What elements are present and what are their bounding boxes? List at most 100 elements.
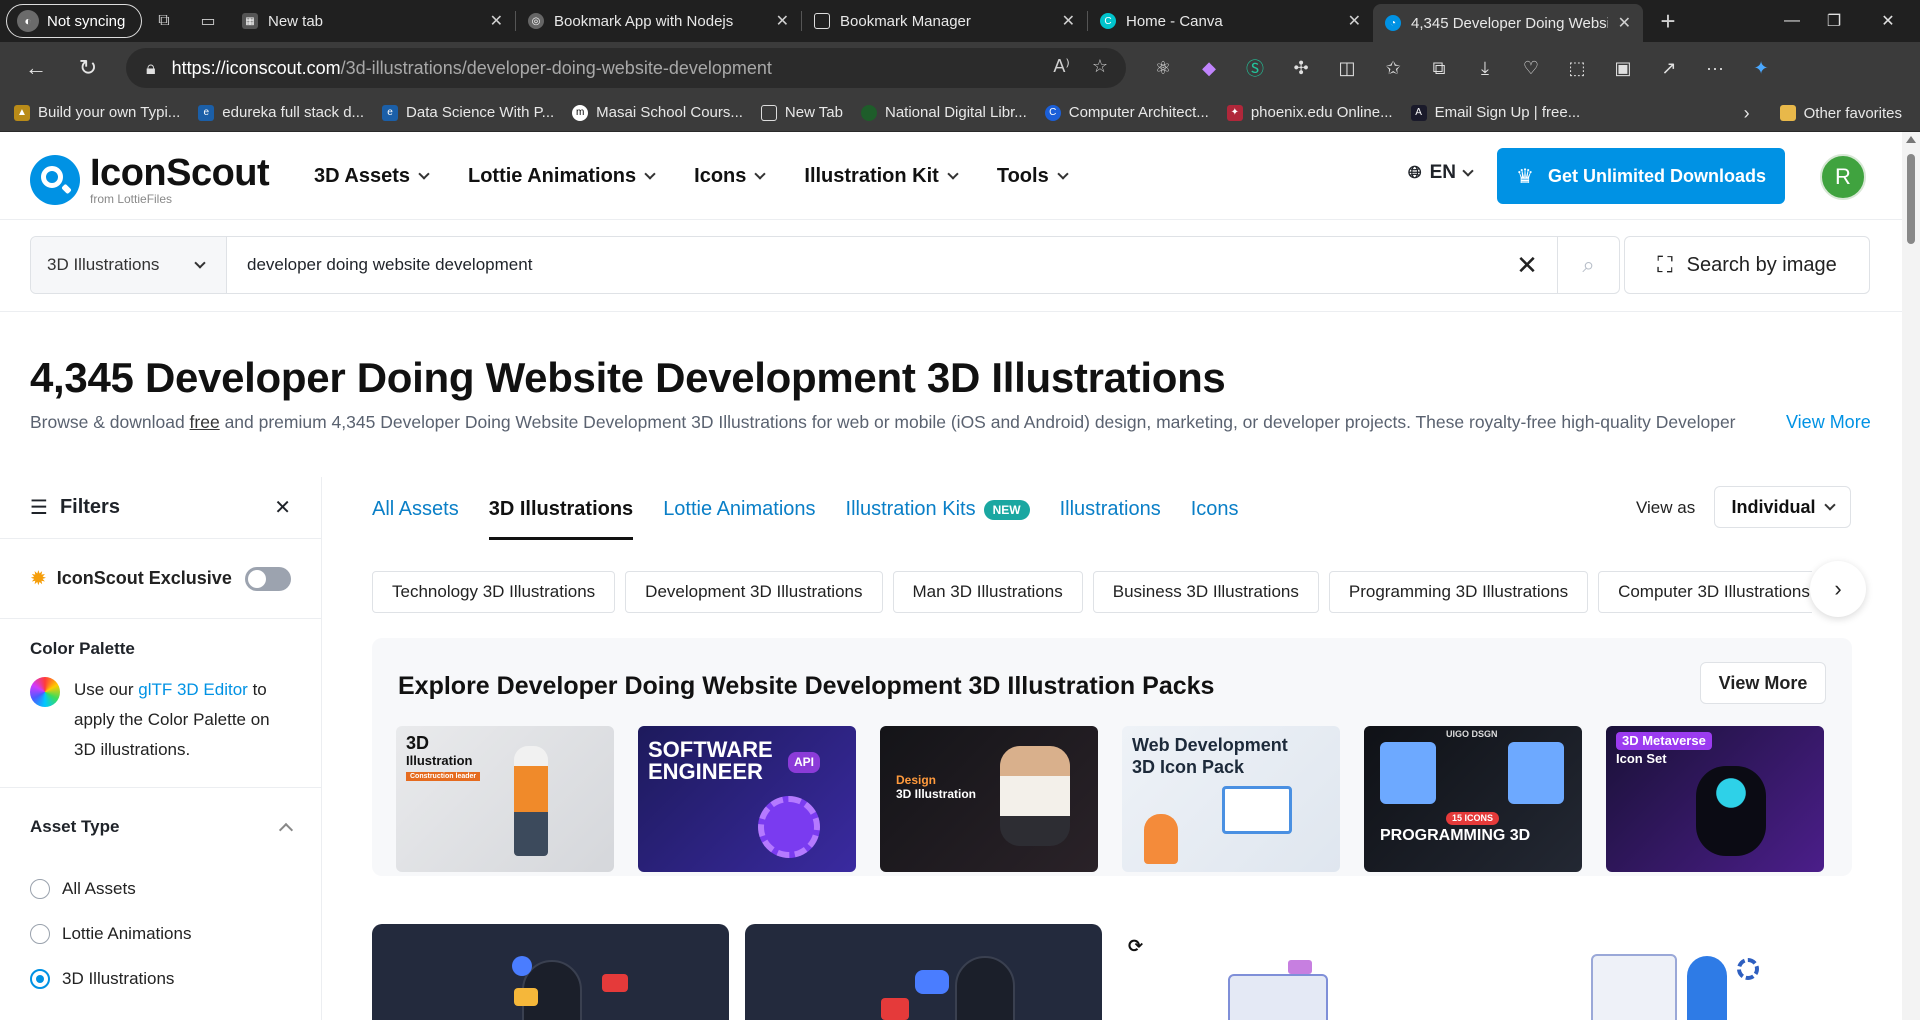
collections-icon[interactable]: ⧉ [1416,48,1462,88]
radio-button-selected[interactable] [30,968,50,989]
tab-icons[interactable]: Icons [1191,488,1239,540]
back-arrow-icon[interactable]: ← [10,48,62,88]
result-card[interactable] [745,924,1102,1020]
search-by-image-button[interactable]: ⛶ Search by image [1624,236,1870,294]
related-tag-chip[interactable]: Technology 3D Illustrations [372,571,616,613]
close-icon[interactable]: ✕ [1618,13,1631,33]
bookmark-item[interactable]: ✦ phoenix.edu Online... [1226,104,1393,121]
copilot-icon[interactable]: ✦ [1738,48,1784,88]
split-screen-icon[interactable]: ◫ [1324,48,1370,88]
bookmarks-overflow-chevron-icon[interactable]: › [1744,103,1750,124]
gltf-editor-link[interactable]: glTF 3D Editor [138,680,248,699]
tab-lottie-animations[interactable]: Lottie Animations [663,488,815,540]
radio-button[interactable] [30,878,50,899]
nav-illustration-kit[interactable]: Illustration Kit [804,165,959,188]
tab-iconscout-active[interactable]: ◔ 4,345 Developer Doing Websit ✕ [1373,4,1643,42]
pack-thumbnail[interactable]: Design 3D Illustration [880,726,1098,872]
bookmark-item[interactable]: e Data Science With P... [382,104,554,121]
bookmark-item[interactable]: National Digital Libr... [861,104,1027,121]
close-icon[interactable]: ✕ [1062,11,1075,31]
bookmark-item[interactable]: ▲ Build your own Typi... [14,104,180,121]
iconscout-logo[interactable]: IconScout from LottieFiles [30,154,270,205]
profile-sync-button[interactable]: ◐ Not syncing [6,4,142,38]
pack-thumbnail[interactable]: Web Development 3D Icon Pack [1122,726,1340,872]
sidebar-toggle-icon[interactable]: ▣ [1600,48,1646,88]
nav-icons[interactable]: Icons [694,165,767,188]
bookmark-item[interactable]: C Computer Architect... [1044,104,1209,121]
close-icon[interactable]: ✕ [776,11,789,31]
favorite-star-icon[interactable]: ☆ [1092,56,1108,77]
asset-type-header[interactable]: Asset Type [30,788,294,866]
tab-new-tab[interactable]: ▦ New tab ✕ [230,4,515,38]
view-as-dropdown[interactable]: Individual [1714,486,1851,528]
tab-illustrations[interactable]: Illustrations [1060,488,1161,540]
get-unlimited-downloads-button[interactable]: ♛ Get Unlimited Downloads [1497,148,1785,204]
description-view-more-link[interactable]: View More [1786,412,1871,433]
browser-essentials-icon[interactable]: ♡ [1508,48,1554,88]
tab-bookmark-app[interactable]: ◎ Bookmark App with Nodejs ✕ [516,4,801,38]
extensions-puzzle-icon[interactable]: ✣ [1278,48,1324,88]
nav-tools[interactable]: Tools [997,165,1069,188]
result-card[interactable]: ⟳ [1118,924,1475,1020]
pack-thumbnail[interactable]: SOFTWARE ENGINEER API [638,726,856,872]
related-tag-chip[interactable]: Man 3D Illustrations [892,571,1083,613]
extension-purple-icon[interactable]: ◆ [1186,48,1232,88]
free-link[interactable]: free [190,412,220,432]
nav-lottie-animations[interactable]: Lottie Animations [468,165,656,188]
workspaces-icon[interactable]: ⧉ [142,4,186,38]
bookmark-item[interactable]: A Email Sign Up | free... [1410,104,1580,121]
close-filters-icon[interactable]: ✕ [274,495,291,520]
react-devtools-icon[interactable]: ⚛ [1140,48,1186,88]
tab-illustration-kits[interactable]: Illustration Kits NEW [846,488,1030,540]
tab-bookmark-manager[interactable]: Bookmark Manager ✕ [802,4,1087,38]
share-icon[interactable]: ↗ [1646,48,1692,88]
tab-3d-illustrations[interactable]: 3D Illustrations [488,488,634,540]
nav-3d-assets[interactable]: 3D Assets [314,165,430,188]
related-tag-chip[interactable]: Development 3D Illustrations [625,571,883,613]
color-wheel-icon[interactable] [30,677,60,707]
related-tag-chip[interactable]: Computer 3D Illustrations [1598,571,1812,613]
asset-type-option[interactable]: 3D Illustrations [30,956,291,1001]
page-scrollbar[interactable] [1902,132,1920,1020]
language-selector[interactable]: 🌐︎ EN [1408,162,1474,184]
scroll-up-arrow-icon[interactable] [1906,136,1916,143]
window-close-icon[interactable]: ✕ [1856,0,1920,42]
screenshot-icon[interactable]: ⬚ [1554,48,1600,88]
bookmark-item[interactable]: e edureka full stack d... [198,104,364,121]
packs-view-more-button[interactable]: View More [1700,662,1826,704]
close-icon[interactable]: ✕ [1348,11,1361,31]
new-tab-plus-icon[interactable]: + [1643,4,1693,38]
address-bar[interactable]: 🔒︎ https://iconscout.com/3d-illustration… [126,48,1126,88]
pack-thumbnail[interactable]: 3D Metaverse Icon Set [1606,726,1824,872]
clear-search-icon[interactable]: ✕ [1497,237,1557,293]
exclusive-toggle[interactable] [245,566,291,591]
pack-thumbnail[interactable]: 3D Illustration Construction leader [396,726,614,872]
tab-all-assets[interactable]: All Assets [372,488,459,540]
related-tag-chip[interactable]: Business 3D Illustrations [1092,571,1319,613]
chips-next-chevron-icon[interactable]: › [1810,561,1866,617]
user-avatar[interactable]: R [1820,154,1866,200]
tab-actions-icon[interactable]: ▭ [186,4,230,38]
refresh-icon[interactable]: ↻ [62,48,114,88]
other-favorites-folder[interactable]: Other favorites [1779,105,1902,122]
downloads-icon[interactable]: ⤓ [1462,48,1508,88]
asset-type-option[interactable]: All Assets [30,866,291,911]
favorites-icon[interactable]: ✩ [1370,48,1416,88]
close-icon[interactable]: ✕ [490,11,503,31]
result-card[interactable] [1491,924,1848,1020]
search-icon[interactable]: ⌕ [1557,237,1619,293]
extension-s-icon[interactable]: Ⓢ [1232,48,1278,88]
asset-type-option[interactable]: Lottie Animations [30,911,291,956]
bookmark-item[interactable]: m Masai School Cours... [572,104,743,121]
more-menu-icon[interactable]: ··· [1692,48,1738,88]
tab-canva[interactable]: C Home - Canva ✕ [1088,4,1373,38]
search-input[interactable] [227,237,1497,293]
radio-button[interactable] [30,923,50,944]
read-aloud-icon[interactable]: A⁾ [1053,56,1069,77]
result-card[interactable] [372,924,729,1020]
bookmark-item[interactable]: New Tab [760,104,843,121]
pack-thumbnail[interactable]: UIGO DSGN 15 ICONS PROGRAMMING 3D [1364,726,1582,872]
scrollbar-thumb[interactable] [1907,154,1915,244]
search-category-dropdown[interactable]: 3D Illustrations [31,237,227,293]
related-tag-chip[interactable]: Programming 3D Illustrations [1328,571,1589,613]
